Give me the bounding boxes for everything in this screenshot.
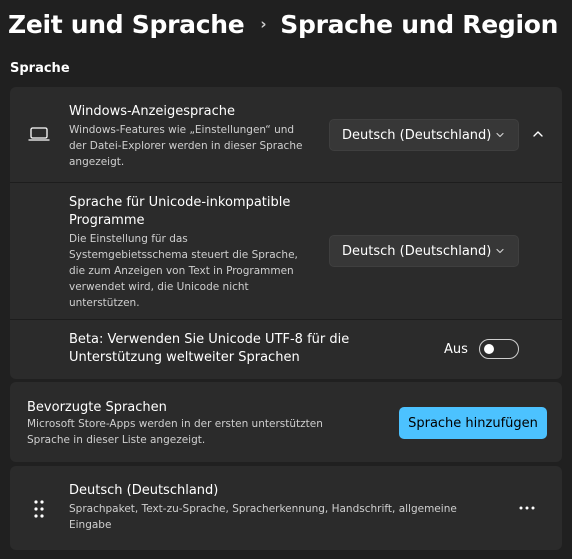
description-line: Eingabe <box>69 519 112 531</box>
description-line: Die Einstellung für das <box>69 233 188 245</box>
description-line: Systemgebietsschema steuert die Sprache, <box>69 249 298 261</box>
description-line: Windows-Features wie „Einstellungen“ und <box>69 124 295 136</box>
preferred-languages-title: Bevorzugte Sprachen <box>27 400 167 415</box>
toggle-knob <box>484 344 494 354</box>
collapse-button[interactable] <box>524 120 552 148</box>
page-title: Sprache und Region <box>280 9 559 39</box>
preferred-languages-description: Microsoft Store-Apps werden in der erste… <box>27 416 323 448</box>
language-item-description: Sprachpaket, Text-zu-Sprache, Spracherke… <box>69 501 457 533</box>
description-line: Microsoft Store-Apps werden in der erste… <box>27 418 323 430</box>
drag-handle-icon[interactable] <box>32 499 46 519</box>
toggle-state-label: Aus <box>444 342 468 357</box>
description-line: der Datei-Explorer werden in dieser Spra… <box>69 140 303 152</box>
breadcrumb-separator-icon: › <box>260 15 267 33</box>
breadcrumb-parent[interactable]: Zeit und Sprache <box>8 10 245 39</box>
section-title: Sprache <box>10 61 70 76</box>
system-locale-dropdown[interactable]: Deutsch (Deutschland) <box>329 235 519 267</box>
description-line: angezeigt. <box>69 156 125 168</box>
laptop-icon <box>28 126 50 142</box>
unicode-language-description: Die Einstellung für das Systemgebietssch… <box>69 231 298 311</box>
title-line: Sprache für Unicode-inkompatible <box>69 195 291 210</box>
description-line: unterstützen. <box>69 297 140 309</box>
display-language-description: Windows-Features wie „Einstellungen“ und… <box>69 122 302 170</box>
chevron-up-icon <box>531 127 545 141</box>
title-line: Programme <box>69 213 145 228</box>
description-line: die zum Anzeigen von Text in Programmen <box>69 265 294 277</box>
more-options-button[interactable] <box>513 494 541 522</box>
divider <box>10 319 562 320</box>
system-locale-dropdown-value: Deutsch (Deutschland) <box>342 243 492 259</box>
utf8-beta-title: Beta: Verwenden Sie Unicode UTF-8 für di… <box>69 331 349 367</box>
add-language-button[interactable]: Sprache hinzufügen <box>399 407 547 439</box>
display-language-title: Windows-Anzeigesprache <box>69 104 235 119</box>
unicode-language-title: Sprache für Unicode-inkompatible Program… <box>69 194 290 230</box>
description-line: Sprachpaket, Text-zu-Sprache, Spracherke… <box>69 503 457 515</box>
description-line: verwendet wird, die Unicode nicht <box>69 281 249 293</box>
title-line: Unterstützung weltweiter Sprachen <box>69 350 300 365</box>
chevron-down-icon <box>494 129 506 141</box>
more-options-icon <box>519 506 535 510</box>
language-item-title: Deutsch (Deutschland) <box>69 483 219 498</box>
title-line: Beta: Verwenden Sie Unicode UTF-8 für di… <box>69 332 350 347</box>
chevron-down-icon <box>494 245 506 257</box>
language-settings-card: Windows-Anzeigesprache Windows-Features … <box>10 87 562 379</box>
language-list-item[interactable]: Deutsch (Deutschland) Sprachpaket, Text-… <box>10 466 562 550</box>
display-language-dropdown[interactable]: Deutsch (Deutschland) <box>329 119 519 151</box>
display-language-dropdown-value: Deutsch (Deutschland) <box>342 127 492 143</box>
description-line: Sprache in dieser Liste angezeigt. <box>27 434 206 446</box>
breadcrumb: Zeit und Sprache › Sprache und Region <box>8 4 558 44</box>
utf8-toggle[interactable] <box>479 339 519 359</box>
divider <box>10 182 562 183</box>
preferred-languages-card: Bevorzugte Sprachen Microsoft Store-Apps… <box>10 382 562 462</box>
